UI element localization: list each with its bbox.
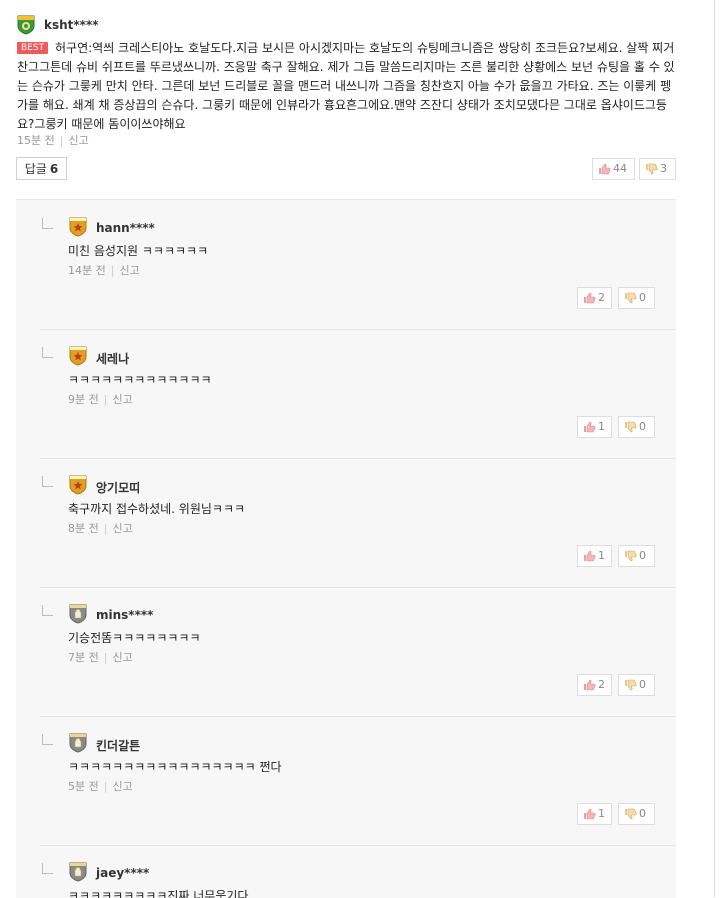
thumbs-down-icon [625, 421, 637, 433]
reply-text: ㅋㅋㅋㅋㅋㅋㅋㅋㅋㅋㅋㅋㅋ [68, 373, 212, 387]
like-button[interactable]: 1 [577, 803, 612, 825]
like-count: 2 [598, 678, 605, 691]
gray-glove-shield-icon [69, 733, 87, 753]
thumbs-down-icon [625, 292, 637, 304]
reply-meta: 9분 전 | 신고 [68, 393, 133, 406]
thumbs-up-icon [584, 421, 596, 433]
gray-glove-shield-icon [69, 604, 87, 624]
dislike-button[interactable]: 0 [618, 545, 655, 567]
dislike-count: 0 [639, 291, 646, 304]
thumbs-up-icon [584, 679, 596, 691]
comment-author[interactable]: ksht**** [44, 18, 99, 32]
reply-indent-marker [42, 476, 53, 487]
thumbs-up-icon [599, 163, 611, 175]
reply-label: 답글 [24, 162, 47, 176]
reply-indent-marker [42, 218, 53, 229]
reply-item: 킨더갈튼 ㅋㅋㅋㅋㅋㅋㅋㅋㅋㅋㅋㅋㅋㅋㅋㅋㅋ 쩐다 5분 전 | 신고 1 0 [16, 716, 676, 845]
gold-star-shield-icon [69, 475, 87, 495]
dislike-button[interactable]: 0 [618, 803, 655, 825]
divider [40, 329, 676, 330]
dislike-button[interactable]: 0 [618, 287, 655, 309]
thumbs-up-icon [584, 808, 596, 820]
reply-indent-marker [42, 605, 53, 616]
like-button[interactable]: 44 [592, 158, 635, 180]
report-link[interactable]: 신고 [112, 651, 132, 664]
frame-border [714, 0, 715, 897]
reply-time: 8분 전 [68, 522, 99, 535]
reply-author[interactable]: hann**** [96, 221, 155, 235]
reply-text: ㅋㅋㅋㅋㅋㅋㅋㅋㅋㅋㅋㅋㅋㅋㅋㅋㅋ 쩐다 [68, 760, 282, 774]
report-link[interactable]: 신고 [119, 264, 139, 277]
reply-meta: 5분 전 | 신고 [68, 780, 133, 793]
comment-time: 15분 전 [17, 134, 55, 147]
reply-time: 14분 전 [68, 264, 106, 277]
like-count: 1 [598, 549, 605, 562]
divider [40, 587, 676, 588]
like-button[interactable]: 1 [577, 545, 612, 567]
reply-author[interactable]: 앙기모띠 [96, 479, 140, 496]
like-button[interactable]: 2 [577, 674, 612, 696]
divider [40, 716, 676, 717]
dislike-button[interactable]: 0 [618, 674, 655, 696]
dislike-count: 3 [660, 162, 667, 175]
gray-glove-shield-icon [69, 862, 87, 882]
reply-time: 5분 전 [68, 780, 99, 793]
like-count: 2 [598, 291, 605, 304]
reply-meta: 8분 전 | 신고 [68, 522, 133, 535]
reply-text: ㅋㅋㅋㅋㅋㅋㅋㅋㅋ진짜 너무웃기다 [68, 889, 249, 898]
dislike-button[interactable]: 0 [618, 416, 655, 438]
reply-time: 9분 전 [68, 393, 99, 406]
reply-item: hann**** 미친 음성지원 ㅋㅋㅋㅋㅋㅋ 14분 전 | 신고 2 0 [16, 200, 676, 329]
divider [40, 458, 676, 459]
reply-text: 축구까지 접수하셨네. 위원님ㅋㅋㅋ [68, 502, 246, 516]
reply-item: jaey**** ㅋㅋㅋㅋㅋㅋㅋㅋㅋ진짜 너무웃기다 [16, 845, 676, 898]
reply-author[interactable]: 세레나 [96, 350, 129, 367]
replies-list: hann**** 미친 음성지원 ㅋㅋㅋㅋㅋㅋ 14분 전 | 신고 2 0 세레나… [16, 199, 676, 898]
reply-time: 7분 전 [68, 651, 99, 664]
reply-item: mins**** 기승전똠ㅋㅋㅋㅋㅋㅋㅋㅋ 7분 전 | 신고 2 0 [16, 587, 676, 716]
comment-meta: 15분 전 | 신고 [17, 134, 89, 147]
gold-star-shield-icon [69, 346, 87, 366]
reply-meta: 14분 전 | 신고 [68, 264, 140, 277]
reply-author[interactable]: jaey**** [96, 866, 149, 880]
thumbs-down-icon [625, 808, 637, 820]
like-count: 1 [598, 420, 605, 433]
best-badge: BEST [17, 42, 49, 54]
report-link[interactable]: 신고 [112, 522, 132, 535]
thumbs-down-icon [625, 679, 637, 691]
like-count: 1 [598, 807, 605, 820]
comment-text: 허구연:역씌 크레스티아노 호날도다.지금 보시믄 아시겠지마는 호날도의 슈팅… [17, 41, 675, 131]
reply-indent-marker [42, 734, 53, 745]
reply-item: 세레나 ㅋㅋㅋㅋㅋㅋㅋㅋㅋㅋㅋㅋㅋ 9분 전 | 신고 1 0 [16, 329, 676, 458]
green-shield-icon [17, 15, 35, 35]
thumbs-up-icon [584, 550, 596, 562]
reply-indent-marker [42, 347, 53, 358]
dislike-count: 0 [639, 420, 646, 433]
reply-count: 6 [49, 162, 59, 176]
like-button[interactable]: 2 [577, 287, 612, 309]
like-count: 44 [613, 162, 627, 175]
reply-item: 앙기모띠 축구까지 접수하셨네. 위원님ㅋㅋㅋ 8분 전 | 신고 1 0 [16, 458, 676, 587]
reply-author[interactable]: 킨더갈튼 [96, 737, 140, 754]
report-link[interactable]: 신고 [68, 134, 88, 147]
gold-star-shield-icon [69, 217, 87, 237]
dislike-count: 0 [639, 549, 646, 562]
reply-meta: 7분 전 | 신고 [68, 651, 133, 664]
thumbs-down-icon [646, 163, 658, 175]
reply-toggle-button[interactable]: 답글 6 [16, 157, 67, 180]
report-link[interactable]: 신고 [112, 780, 132, 793]
thumbs-up-icon [584, 292, 596, 304]
dislike-count: 0 [639, 678, 646, 691]
divider [40, 845, 676, 846]
like-button[interactable]: 1 [577, 416, 612, 438]
dislike-button[interactable]: 3 [639, 158, 676, 180]
thumbs-down-icon [625, 550, 637, 562]
reply-indent-marker [42, 863, 53, 874]
reply-text: 미친 음성지원 ㅋㅋㅋㅋㅋㅋ [68, 244, 209, 258]
reply-author[interactable]: mins**** [96, 608, 153, 622]
report-link[interactable]: 신고 [112, 393, 132, 406]
dislike-count: 0 [639, 807, 646, 820]
reply-text: 기승전똠ㅋㅋㅋㅋㅋㅋㅋㅋ [68, 631, 201, 645]
